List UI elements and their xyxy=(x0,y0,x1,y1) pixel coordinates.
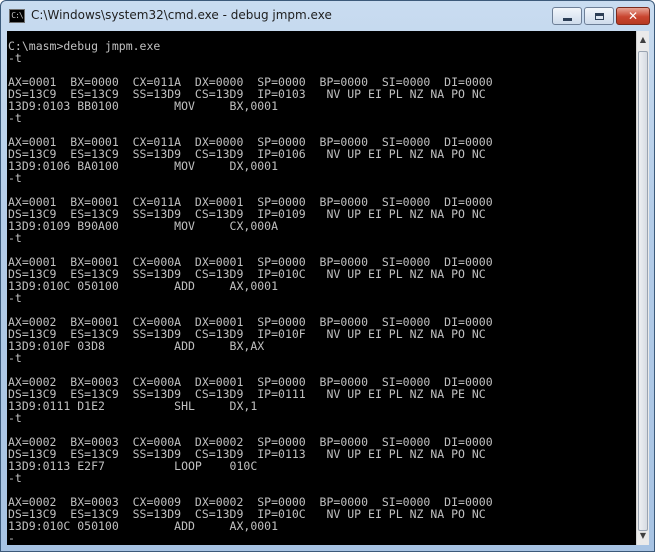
console-line: -t xyxy=(8,471,22,485)
scroll-up-icon[interactable]: ▲ xyxy=(637,33,649,47)
console-line: -t xyxy=(8,411,22,425)
maximize-icon xyxy=(594,12,604,20)
vertical-scrollbar[interactable]: ▲ ▼ xyxy=(636,31,649,545)
cmd-app-icon[interactable]: C:\ xyxy=(9,9,25,23)
console-line: 13D9:0103 BB0100 MOV BX,0001 xyxy=(8,99,279,113)
console-line: 13D9:010C 050100 ADD AX,0001 xyxy=(8,279,279,293)
console-line: -t xyxy=(8,351,22,365)
close-button[interactable]: ✕ xyxy=(616,7,650,25)
scroll-thumb[interactable] xyxy=(638,51,648,531)
console-line: -t xyxy=(8,231,22,245)
console-line: -t xyxy=(8,51,22,65)
close-icon: ✕ xyxy=(627,9,639,23)
cmd-window: C:\ C:\Windows\system32\cmd.exe - debug … xyxy=(0,0,655,552)
console-line: 13D9:0113 E2F7 LOOP 010C xyxy=(8,459,258,473)
console-line: - xyxy=(8,531,15,545)
console-line: 13D9:0106 BA0100 MOV DX,0001 xyxy=(8,159,279,173)
console-line: -t xyxy=(8,291,22,305)
console-output[interactable]: C:\masm>debug jmpm.exe -t AX=0001 BX=0000 … xyxy=(7,31,636,545)
console-line: 13D9:010F 03D8 ADD BX,AX xyxy=(8,339,265,353)
console-text: C:\masm>debug jmpm.exe -t AX=0001 BX=0000 … xyxy=(7,31,636,544)
scroll-down-icon[interactable]: ▼ xyxy=(637,529,649,543)
window-title: C:\Windows\system32\cmd.exe - debug jmpm… xyxy=(31,8,332,22)
title-bar[interactable]: C:\ C:\Windows\system32\cmd.exe - debug … xyxy=(1,1,654,30)
console-line: 13D9:0109 B90A00 MOV CX,000A xyxy=(8,219,279,233)
console-line: -t xyxy=(8,171,22,185)
maximize-button[interactable] xyxy=(584,7,614,25)
console-line: 13D9:0111 D1E2 SHL DX,1 xyxy=(8,399,258,413)
console-line: C:\masm>debug jmpm.exe xyxy=(8,39,161,53)
minimize-button[interactable] xyxy=(552,7,582,25)
minimize-icon xyxy=(562,17,572,21)
console-line: 13D9:010C 050100 ADD AX,0001 xyxy=(8,519,279,533)
console-line: -t xyxy=(8,111,22,125)
